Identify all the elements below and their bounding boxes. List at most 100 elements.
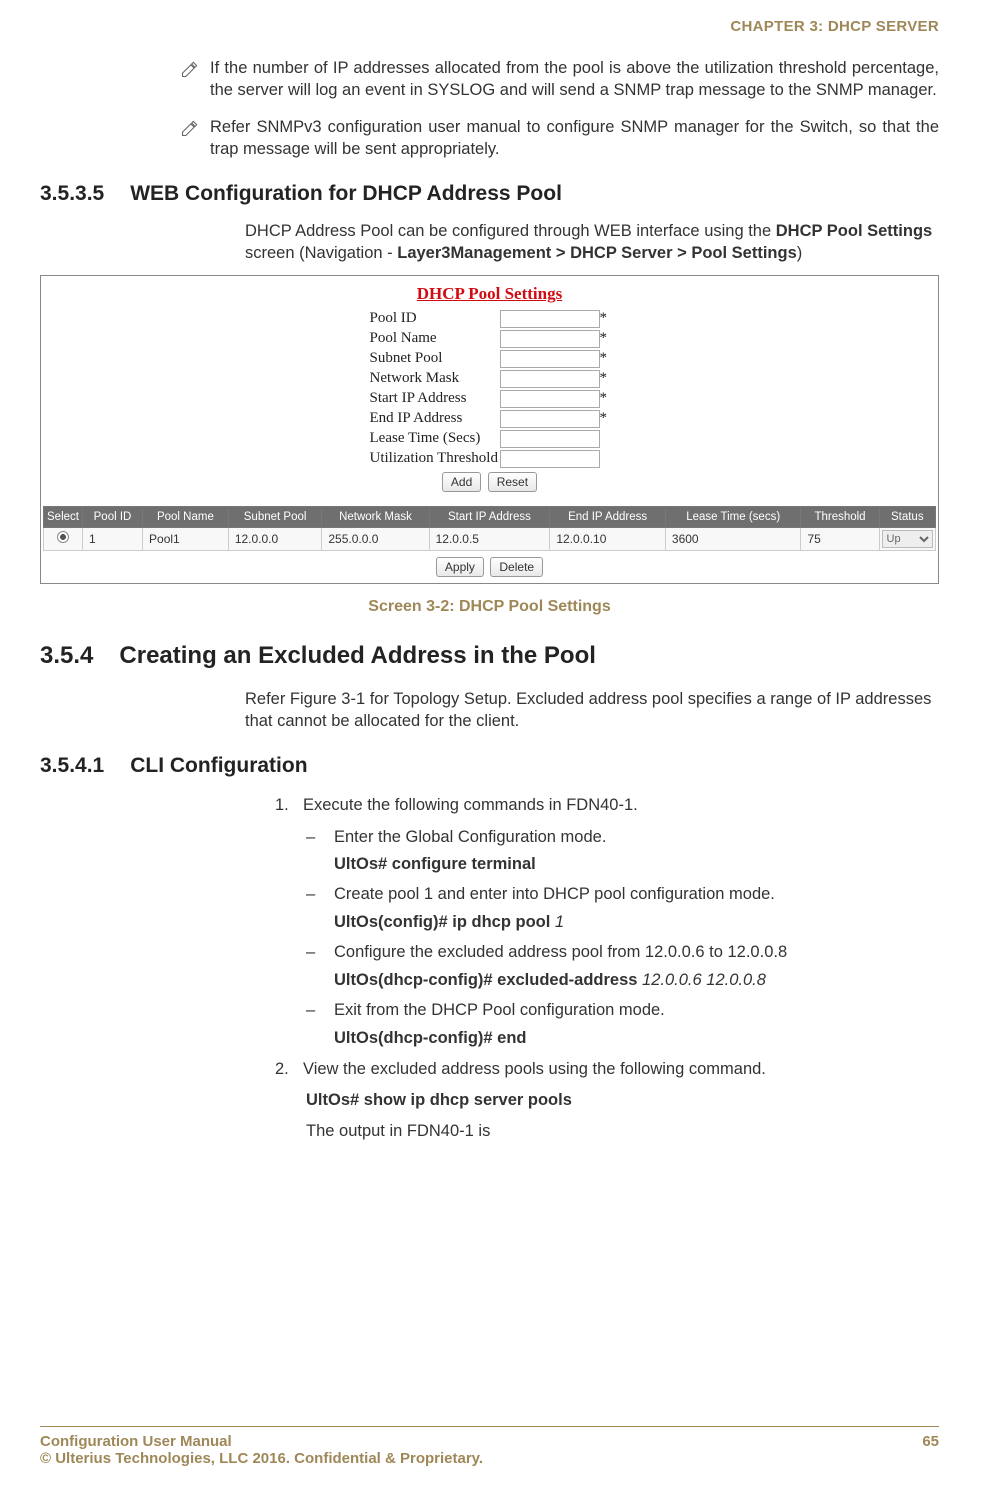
heading-3-5-3-5: 3.5.3.5 WEB Configuration for DHCP Addre… bbox=[40, 182, 939, 206]
note-1-text: If the number of IP addresses allocated … bbox=[210, 57, 939, 102]
label-start-ip: Start IP Address bbox=[370, 390, 500, 407]
list-text: Configure the excluded address pool from… bbox=[334, 940, 787, 965]
body-text: DHCP Address Pool can be configured thro… bbox=[245, 222, 776, 240]
th-end-ip: End IP Address bbox=[550, 506, 666, 527]
pencil-note-icon bbox=[180, 118, 202, 143]
pencil-note-icon bbox=[180, 59, 202, 84]
body-bold: Layer3Management > DHCP Server > Pool Se… bbox=[397, 244, 797, 262]
input-util-thresh[interactable] bbox=[500, 450, 600, 468]
required-asterisk: * bbox=[600, 330, 610, 347]
dash-marker: – bbox=[306, 882, 334, 907]
dash-list: –Enter the Global Configuration mode. bbox=[306, 825, 939, 850]
input-subnet-pool[interactable] bbox=[500, 350, 600, 368]
cli-command: UltOs# configure terminal bbox=[334, 855, 939, 874]
table-row: 1 Pool1 12.0.0.0 255.0.0.0 12.0.0.5 12.0… bbox=[44, 527, 936, 550]
label-network-mask: Network Mask bbox=[370, 370, 500, 387]
dash-marker: – bbox=[306, 825, 334, 850]
add-button[interactable]: Add bbox=[442, 472, 481, 492]
cmd-arg: 12.0.0.6 12.0.0.8 bbox=[642, 971, 766, 989]
ordered-list: 1.Execute the following commands in FDN4… bbox=[275, 792, 939, 818]
status-select[interactable]: Up bbox=[882, 530, 933, 548]
footer-copyright: © Ulterius Technologies, LLC 2016. Confi… bbox=[40, 1450, 483, 1467]
page-number: 65 bbox=[922, 1433, 939, 1467]
cell-end-ip[interactable]: 12.0.0.10 bbox=[550, 527, 666, 550]
note-1: If the number of IP addresses allocated … bbox=[180, 57, 939, 102]
th-start-ip: Start IP Address bbox=[429, 506, 550, 527]
required-asterisk: * bbox=[600, 350, 610, 367]
note-2: Refer SNMPv3 configuration user manual t… bbox=[180, 116, 939, 161]
required-asterisk: * bbox=[600, 370, 610, 387]
th-network-mask: Network Mask bbox=[322, 506, 429, 527]
list-text: View the excluded address pools using th… bbox=[303, 1056, 766, 1082]
heading-title: Creating an Excluded Address in the Pool bbox=[119, 642, 596, 670]
input-pool-id[interactable] bbox=[500, 310, 600, 328]
body-text: ) bbox=[797, 244, 803, 262]
figure-title: DHCP Pool Settings bbox=[43, 284, 936, 304]
required-asterisk: * bbox=[600, 310, 610, 327]
list-text: Execute the following commands in FDN40-… bbox=[303, 792, 638, 818]
cell-pool-id: 1 bbox=[82, 527, 142, 550]
required-asterisk: * bbox=[600, 390, 610, 407]
dash-marker: – bbox=[306, 940, 334, 965]
heading-number: 3.5.4 bbox=[40, 642, 93, 670]
heading-number: 3.5.4.1 bbox=[40, 754, 104, 778]
section-body: DHCP Address Pool can be configured thro… bbox=[245, 220, 939, 265]
input-lease-time[interactable] bbox=[500, 430, 600, 448]
heading-number: 3.5.3.5 bbox=[40, 182, 104, 206]
list-text: Create pool 1 and enter into DHCP pool c… bbox=[334, 882, 775, 907]
figure-caption: Screen 3-2: DHCP Pool Settings bbox=[40, 598, 939, 616]
row-select-radio[interactable] bbox=[57, 531, 69, 543]
input-end-ip[interactable] bbox=[500, 410, 600, 428]
th-subnet-pool: Subnet Pool bbox=[228, 506, 322, 527]
label-util-thresh: Utilization Threshold bbox=[370, 450, 500, 467]
heading-3-5-4-1: 3.5.4.1 CLI Configuration bbox=[40, 754, 939, 778]
heading-3-5-4: 3.5.4 Creating an Excluded Address in th… bbox=[40, 642, 939, 670]
figure-dhcp-pool-settings: DHCP Pool Settings Pool ID * Pool Name * S… bbox=[40, 275, 939, 584]
pool-table: Select Pool ID Pool Name Subnet Pool Net… bbox=[43, 506, 936, 551]
list-text: Exit from the DHCP Pool configuration mo… bbox=[334, 998, 665, 1023]
cell-start-ip[interactable]: 12.0.0.5 bbox=[429, 527, 550, 550]
th-status: Status bbox=[879, 506, 935, 527]
chapter-header: CHAPTER 3: DHCP SERVER bbox=[40, 18, 939, 35]
cli-command: UltOs(dhcp-config)# end bbox=[334, 1029, 939, 1048]
page-footer: Configuration User Manual © Ulterius Tec… bbox=[40, 1426, 939, 1467]
delete-button[interactable]: Delete bbox=[490, 557, 543, 577]
footer-title: Configuration User Manual bbox=[40, 1433, 483, 1450]
cell-network-mask[interactable]: 255.0.0.0 bbox=[322, 527, 429, 550]
cell-threshold[interactable]: 75 bbox=[801, 527, 879, 550]
section-body: Refer Figure 3-1 for Topology Setup. Exc… bbox=[245, 688, 939, 733]
th-threshold: Threshold bbox=[801, 506, 879, 527]
cli-command: UltOs(config)# ip dhcp pool 1 bbox=[334, 913, 939, 932]
cell-pool-name[interactable]: Pool1 bbox=[143, 527, 229, 550]
th-pool-id: Pool ID bbox=[82, 506, 142, 527]
cell-lease-time[interactable]: 3600 bbox=[665, 527, 801, 550]
cmd-part: UltOs(config)# ip dhcp pool bbox=[334, 913, 555, 931]
label-lease-time: Lease Time (Secs) bbox=[370, 430, 500, 447]
cli-command: UltOs(dhcp-config)# excluded-address 12.… bbox=[334, 971, 939, 990]
th-pool-name: Pool Name bbox=[143, 506, 229, 527]
th-select: Select bbox=[44, 506, 83, 527]
cmd-part: UltOs(dhcp-config)# excluded-address bbox=[334, 971, 642, 989]
apply-button[interactable]: Apply bbox=[436, 557, 484, 577]
body-text: screen (Navigation - bbox=[245, 244, 397, 262]
cmd-arg: 1 bbox=[555, 913, 564, 931]
body-bold: DHCP Pool Settings bbox=[776, 222, 932, 240]
input-start-ip[interactable] bbox=[500, 390, 600, 408]
cell-subnet-pool[interactable]: 12.0.0.0 bbox=[228, 527, 322, 550]
note-2-text: Refer SNMPv3 configuration user manual t… bbox=[210, 116, 939, 161]
reset-button[interactable]: Reset bbox=[488, 472, 537, 492]
cli-command: UltOs# show ip dhcp server pools bbox=[306, 1088, 939, 1113]
required-asterisk: * bbox=[600, 410, 610, 427]
heading-title: WEB Configuration for DHCP Address Pool bbox=[130, 182, 562, 206]
heading-title: CLI Configuration bbox=[130, 754, 307, 778]
label-pool-id: Pool ID bbox=[370, 310, 500, 327]
list-marker: 2. bbox=[275, 1056, 303, 1082]
list-marker: 1. bbox=[275, 792, 303, 818]
output-intro: The output in FDN40-1 is bbox=[306, 1119, 939, 1144]
th-lease-time: Lease Time (secs) bbox=[665, 506, 801, 527]
input-network-mask[interactable] bbox=[500, 370, 600, 388]
label-pool-name: Pool Name bbox=[370, 330, 500, 347]
dash-marker: – bbox=[306, 998, 334, 1023]
input-pool-name[interactable] bbox=[500, 330, 600, 348]
label-subnet-pool: Subnet Pool bbox=[370, 350, 500, 367]
